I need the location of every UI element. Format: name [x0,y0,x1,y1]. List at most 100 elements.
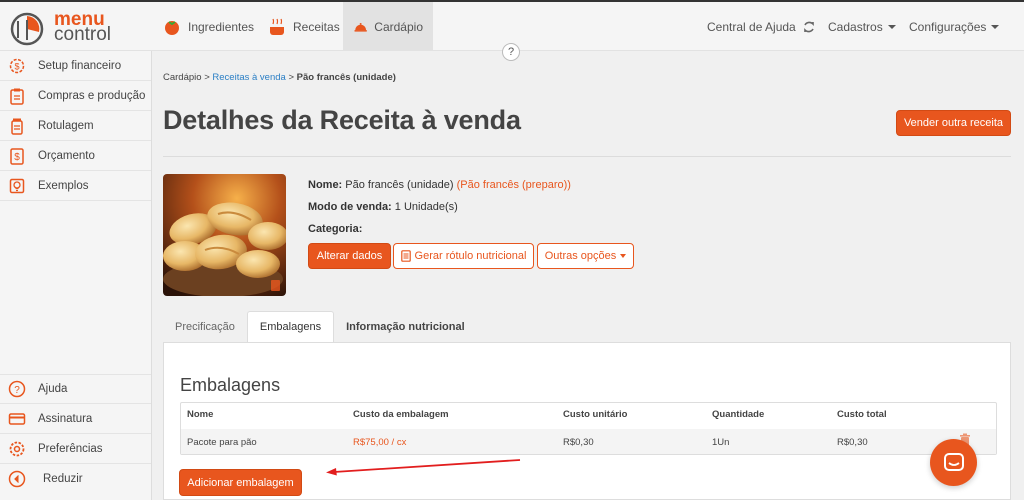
divider [163,156,1011,157]
refresh-icon [803,21,814,32]
help-center-link[interactable]: Central de Ajuda [707,2,816,51]
detail-category-label: Categoria: [308,223,363,235]
cadastros-label: Cadastros [828,19,883,34]
detail-name-link[interactable]: Pão francês (preparo) [460,179,567,191]
breadcrumb-separator: > [288,72,295,83]
svg-text:$: $ [14,152,20,163]
sidebar-item-assinatura[interactable]: Assinatura [0,404,151,434]
jar-icon [11,118,23,135]
sidebar-item-label: Reduzir [43,473,83,485]
cell-name: Pacote para pão [187,437,257,448]
nav-receitas[interactable]: Receitas [257,2,350,51]
cell-quantity: 1Un [712,437,730,448]
more-options-dropdown[interactable]: Outras opções [537,243,634,269]
gear-dollar-icon: $ [9,58,25,73]
column-header: Custo da embalagem [353,409,449,420]
sell-other-recipe-button[interactable]: Vender outra receita [896,110,1011,136]
column-header: Quantidade [712,409,765,420]
app-logo[interactable]: menu control [8,10,128,46]
sidebar-item-label: Rotulagem [38,119,94,132]
svg-text:$: $ [14,61,19,71]
nav-cardapio-label: Cardápio [374,19,423,34]
chevron-down-icon [991,24,1000,29]
chat-launcher-button[interactable] [930,439,977,486]
main-content: ? Cardápio > Receitas à venda > Pão fran… [152,43,1024,500]
nav-ingredientes[interactable]: Ingredientes [152,2,264,51]
packaging-title: Embalagens [180,375,281,395]
chevron-down-icon [620,254,627,258]
clipboard-icon [10,88,24,105]
annotation-arrow-icon [326,459,521,476]
configuracoes-label: Configurações [909,19,987,34]
question-icon: ? [8,380,26,398]
dollar-doc-icon: $ [10,147,24,165]
sidebar: $ Setup financeiro Compras e produção Ro… [0,51,152,500]
chevron-down-icon [887,24,896,29]
cell-total-cost: R$0,30 [837,437,868,448]
generate-label-button[interactable]: Gerar rótulo nutricional [393,243,534,269]
nav-receitas-label: Receitas [293,19,340,34]
nav-cardapio[interactable]: Cardápio [343,2,433,51]
cell-package-cost[interactable]: R$75,00 / cx [353,437,406,448]
detail-name-label: Nome: [308,179,343,191]
collapse-icon [8,470,26,488]
sidebar-item-preferencias[interactable]: Preferências [0,434,151,464]
column-header: Custo total [837,409,887,420]
detail-name-row: Nome: Pão francês (unidade) (Pão francês… [308,179,571,191]
column-header: Nome [187,409,214,420]
logo-text-control: control [54,24,112,45]
detail-mode-value: 1 Unidade(s) [394,201,458,213]
help-center-label: Central de Ajuda [707,19,796,34]
sidebar-item-label: Assinatura [38,412,93,425]
chat-icon [943,452,964,471]
sidebar-item-label: Setup financeiro [38,59,122,72]
column-header: Custo unitário [563,409,628,420]
configuracoes-dropdown[interactable]: Configurações [909,2,1000,51]
add-packaging-button[interactable]: Adicionar embalagem [179,469,302,496]
sidebar-item-orcamento[interactable]: $ Orçamento [0,141,151,171]
tab-informacao-nutricional[interactable]: Informação nutricional [334,311,477,343]
sidebar-item-rotulagem[interactable]: Rotulagem [0,111,151,141]
cell-unit-cost: R$0,30 [563,437,594,448]
lightbulb-icon [9,178,25,193]
packaging-table: Nome Custo da embalagem Custo unitário Q… [180,402,997,455]
breadcrumb: Cardápio > Receitas à venda > Pão francê… [163,72,396,83]
detail-mode-label: Modo de venda: [308,201,392,213]
sidebar-item-label: Preferências [38,442,103,455]
label-doc-icon [400,250,411,262]
table-row: Pacote para pão R$75,00 / cx R$0,30 1Un … [181,429,996,454]
breadcrumb-link[interactable]: Receitas à venda [212,72,285,83]
sidebar-item-label: Orçamento [38,149,95,162]
cloche-icon [354,22,367,32]
edit-data-button[interactable]: Alterar dados [308,243,391,269]
page-help-button[interactable]: ? [502,43,520,61]
gear-icon [9,441,25,456]
pot-icon [270,18,284,35]
nav-ingredientes-label: Ingredientes [188,19,255,34]
svg-text:?: ? [14,385,20,396]
sidebar-item-ajuda[interactable]: ? Ajuda [0,374,151,404]
logo-plate-icon [10,12,44,46]
tab-embalagens[interactable]: Embalagens [246,311,335,343]
page-title: Detalhes da Receita à venda [163,105,521,135]
breadcrumb-current: Pão francês (unidade) [296,72,396,83]
detail-name-value: Pão francês (unidade) [345,179,454,191]
tab-precificacao[interactable]: Precificação [163,311,247,343]
sidebar-item-label: Ajuda [38,383,68,395]
sidebar-item-label: Compras e produção [38,89,146,102]
detail-category-row: Categoria: [308,218,571,240]
sidebar-item-label: Exemplos [38,179,89,192]
generate-label-text: Gerar rótulo nutricional [414,250,527,262]
sidebar-item-exemplos[interactable]: Exemplos [0,171,151,201]
tabs: Precificação Embalagens Informação nutri… [163,311,477,343]
breadcrumb-root[interactable]: Cardápio [163,72,202,83]
sidebar-item-compras-producao[interactable]: Compras e produção [0,81,151,111]
packaging-panel: Embalagens Nome Custo da embalagem Custo… [163,342,1011,500]
sidebar-item-reduzir[interactable]: Reduzir [0,464,151,494]
sidebar-item-setup-financeiro[interactable]: $ Setup financeiro [0,51,151,81]
more-options-label: Outras opções [544,250,617,262]
breadcrumb-separator: > [204,72,210,83]
detail-mode-row: Modo de venda: 1 Unidade(s) [308,196,571,218]
cadastros-dropdown[interactable]: Cadastros [828,2,896,51]
credit-card-icon [8,412,26,425]
